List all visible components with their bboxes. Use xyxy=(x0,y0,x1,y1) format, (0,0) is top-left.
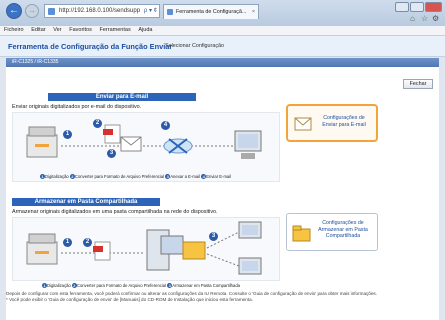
tab-close-icon[interactable]: × xyxy=(252,5,255,19)
main-content: Fechar Enviar para E-mail Enviar origina… xyxy=(6,67,439,320)
footer-notes: Depois de configurar com esta ferramenta… xyxy=(6,291,434,303)
menu-favorites[interactable]: Favoritos xyxy=(69,27,92,33)
folder-step-1: 1 xyxy=(63,238,72,247)
folder-step-2: 2 xyxy=(83,238,92,247)
forward-button[interactable]: → xyxy=(25,4,39,18)
email-legend: 1Digitalização 2Converter para Formato d… xyxy=(40,174,232,180)
email-settings-button[interactable]: Configurações de Enviar para E-mail xyxy=(286,104,378,142)
flow-line xyxy=(206,253,240,267)
page-subtitle: Selecionar Configuração xyxy=(165,43,225,49)
menu-tools[interactable]: Ferramentas xyxy=(100,27,131,33)
app-header: Ferramenta de Configuração da Função Env… xyxy=(0,36,445,57)
envelope-icon xyxy=(294,117,312,131)
email-step-3: 3 xyxy=(107,149,116,158)
close-button[interactable]: Fechar xyxy=(403,79,433,89)
minimize-button[interactable] xyxy=(395,2,409,12)
page-title: Ferramenta de Configuração da Função Env… xyxy=(8,42,173,51)
email-step-2: 2 xyxy=(93,119,102,128)
network-icon xyxy=(163,138,193,154)
device-info-bar: iR-C1325 / iR-C1335 xyxy=(6,58,439,67)
pdf-file-icon xyxy=(103,124,121,144)
favorites-icon[interactable]: ☆ xyxy=(421,14,428,23)
folder-description: Armazenar originais digitalizados em uma… xyxy=(12,209,218,215)
email-section-title: Enviar para E-mail xyxy=(48,93,196,101)
menu-help[interactable]: Ajuda xyxy=(138,27,152,33)
computer-icon xyxy=(234,130,262,159)
folder-settings-button[interactable]: Configurações de Armazenar em Pasta Comp… xyxy=(286,213,378,251)
email-settings-label: Configurações de Enviar para E-mail xyxy=(322,115,366,128)
mfp-device-icon xyxy=(26,126,58,158)
shared-folder-icon xyxy=(292,225,311,242)
folder-settings-label: Configurações de Armazenar em Pasta Comp… xyxy=(318,220,368,239)
computer-icon xyxy=(238,257,262,275)
folder-legend: 1Digitalização 2Converter para Formato d… xyxy=(42,283,240,289)
page-icon xyxy=(48,8,55,15)
email-step-1: 1 xyxy=(63,130,72,139)
email-description: Enviar originais digitalizados por e-mai… xyxy=(12,104,142,110)
folder-step-3: 3 xyxy=(209,232,218,241)
folder-section-title: Armazenar em Pasta Compartilhada xyxy=(12,198,160,206)
mfp-device-icon xyxy=(26,233,58,265)
home-icon[interactable]: ⌂ xyxy=(410,14,415,23)
address-bar[interactable]: http://192.168.0.100/sendsupp ρ ▾ ¢ xyxy=(44,4,160,18)
browser-tab[interactable]: Ferramenta de Configuraçã... × xyxy=(163,4,259,19)
back-button[interactable]: ← xyxy=(6,3,22,19)
folder-diagram-panel: 1 2 3 xyxy=(12,217,280,281)
menu-file[interactable]: Ficheiro xyxy=(4,27,24,33)
server-icon xyxy=(146,229,184,271)
computer-icon xyxy=(238,221,262,239)
close-window-button[interactable] xyxy=(425,2,442,12)
footer-line-2: * Você pode exibir o 'Guia de configuraç… xyxy=(6,297,253,302)
email-diagram-panel: 1 2 3 4 xyxy=(12,112,280,182)
gear-icon[interactable]: ⚙ xyxy=(432,14,439,23)
folder-flow-diagram xyxy=(26,221,262,275)
envelope-icon xyxy=(120,136,142,152)
menu-view[interactable]: Ver xyxy=(53,27,61,33)
address-controls[interactable]: ρ ▾ ¢ xyxy=(144,5,157,17)
maximize-button[interactable] xyxy=(410,2,424,12)
tab-icon xyxy=(167,9,173,15)
pdf-file-icon xyxy=(93,241,111,261)
menu-edit[interactable]: Editar xyxy=(31,27,45,33)
shared-folder-icon xyxy=(182,241,206,260)
email-step-4: 4 xyxy=(161,121,170,130)
menu-bar: Ficheiro Editar Ver Favoritos Ferramenta… xyxy=(0,26,445,36)
browser-titlebar: ← → http://192.168.0.100/sendsupp ρ ▾ ¢ … xyxy=(0,0,445,26)
email-flow-diagram xyxy=(26,124,262,159)
